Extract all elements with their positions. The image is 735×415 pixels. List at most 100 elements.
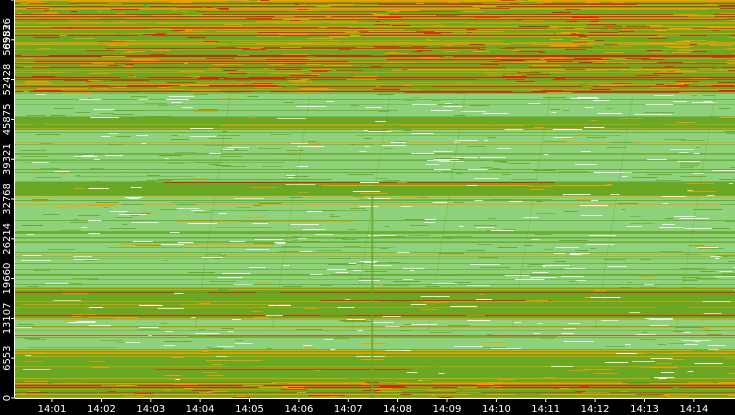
heatmap-cell [343,321,372,322]
heatmap-row [15,263,735,264]
heatmap-cell [446,187,461,188]
heatmap-cell [566,313,575,314]
heatmap-cell [425,26,433,27]
heatmap-cell [561,333,574,334]
heatmap-cell [150,80,173,81]
heatmap-cell [322,23,330,24]
heatmap-cell [718,90,735,91]
heatmap-cell [135,245,161,246]
heatmap-cell [501,174,511,175]
heatmap-cell [602,312,626,313]
heatmap-cell [688,191,716,192]
heatmap-cell [438,253,464,254]
heatmap-cell [70,222,88,223]
heatmap-cell [97,11,102,12]
heatmap-row [15,256,735,257]
heatmap-cell [480,393,499,394]
heatmap-cell [574,28,585,29]
heatmap-row [15,154,735,155]
heatmap-cell [292,121,307,122]
heatmap-cell [276,118,306,119]
heatmap-cell [249,0,258,1]
heatmap-cell [478,294,484,295]
heatmap-cell [424,10,445,11]
heatmap-cell [74,38,95,39]
heatmap-cell [312,71,328,72]
heatmap-cell [18,324,35,325]
heatmap-cell [516,81,535,82]
heatmap-cell [104,60,119,61]
heatmap-cell [441,275,458,276]
heatmap-cell [146,212,157,213]
heatmap-cell [523,217,539,218]
heatmap-cell [73,22,104,23]
heatmap-cell [431,100,441,101]
heatmap-cell [686,390,715,391]
heatmap-cell [560,32,580,33]
heatmap-row [15,81,735,82]
heatmap-cell [540,338,555,339]
heatmap-cell [163,260,168,261]
heatmap-row [15,72,735,73]
heatmap-cell [679,152,689,153]
heatmap-cell [242,49,267,50]
heatmap-row [15,90,735,91]
heatmap-cell [191,317,196,318]
heatmap-cell [685,183,715,184]
heatmap-cell [587,24,617,25]
heatmap-cell [581,215,603,216]
heatmap-cell [692,209,723,210]
heatmap-cell [201,39,225,40]
heatmap-row [15,392,735,393]
heatmap-cell [115,110,144,111]
heatmap-cell [372,46,400,47]
heatmap-cell [371,126,385,127]
heatmap-cell [443,13,460,14]
heatmap-cell [254,87,283,88]
heatmap-cell [487,382,502,383]
heatmap-cell [705,376,710,377]
heatmap-cell [674,216,696,217]
heatmap-cell [88,325,111,326]
heatmap-cell [196,368,215,369]
heatmap-cell [166,99,189,100]
heatmap-cell [197,311,225,312]
heatmap-cell [128,92,138,93]
heatmap-cell [378,34,408,35]
heatmap-cell [375,262,401,263]
heatmap-cell [493,386,502,387]
heatmap-cell [106,389,113,390]
heatmap-cell [577,84,587,85]
heatmap-cell [555,33,572,34]
heatmap-cell [280,375,303,376]
heatmap-cell [585,107,594,108]
heatmap-row [15,335,735,336]
heatmap-cell [164,375,182,376]
heatmap-cell [163,345,176,346]
heatmap-cell [665,218,674,219]
heatmap-cell [607,70,621,71]
heatmap-cell [241,123,269,124]
heatmap-cell [579,386,589,387]
heatmap-row [15,0,735,1]
heatmap-cell [370,66,382,67]
heatmap-cell [517,77,535,78]
heatmap-cell [297,192,310,193]
heatmap-cell [217,346,234,347]
heatmap-cell [443,236,473,237]
heatmap-cell [677,55,702,56]
heatmap-cell [249,48,261,49]
heatmap-cell [668,47,689,48]
heatmap-cell [266,31,275,32]
heatmap-cell [375,86,381,87]
heatmap-cell [127,76,137,77]
heatmap-cell [307,38,333,39]
heatmap-cell [608,354,622,355]
heatmap-cell [101,56,126,57]
heatmap-cell [675,327,703,328]
heatmap-cell [715,255,735,256]
heatmap-row [15,29,735,30]
heatmap-cell [19,3,30,4]
heatmap-cell [235,340,243,341]
heatmap-cell [147,335,152,336]
